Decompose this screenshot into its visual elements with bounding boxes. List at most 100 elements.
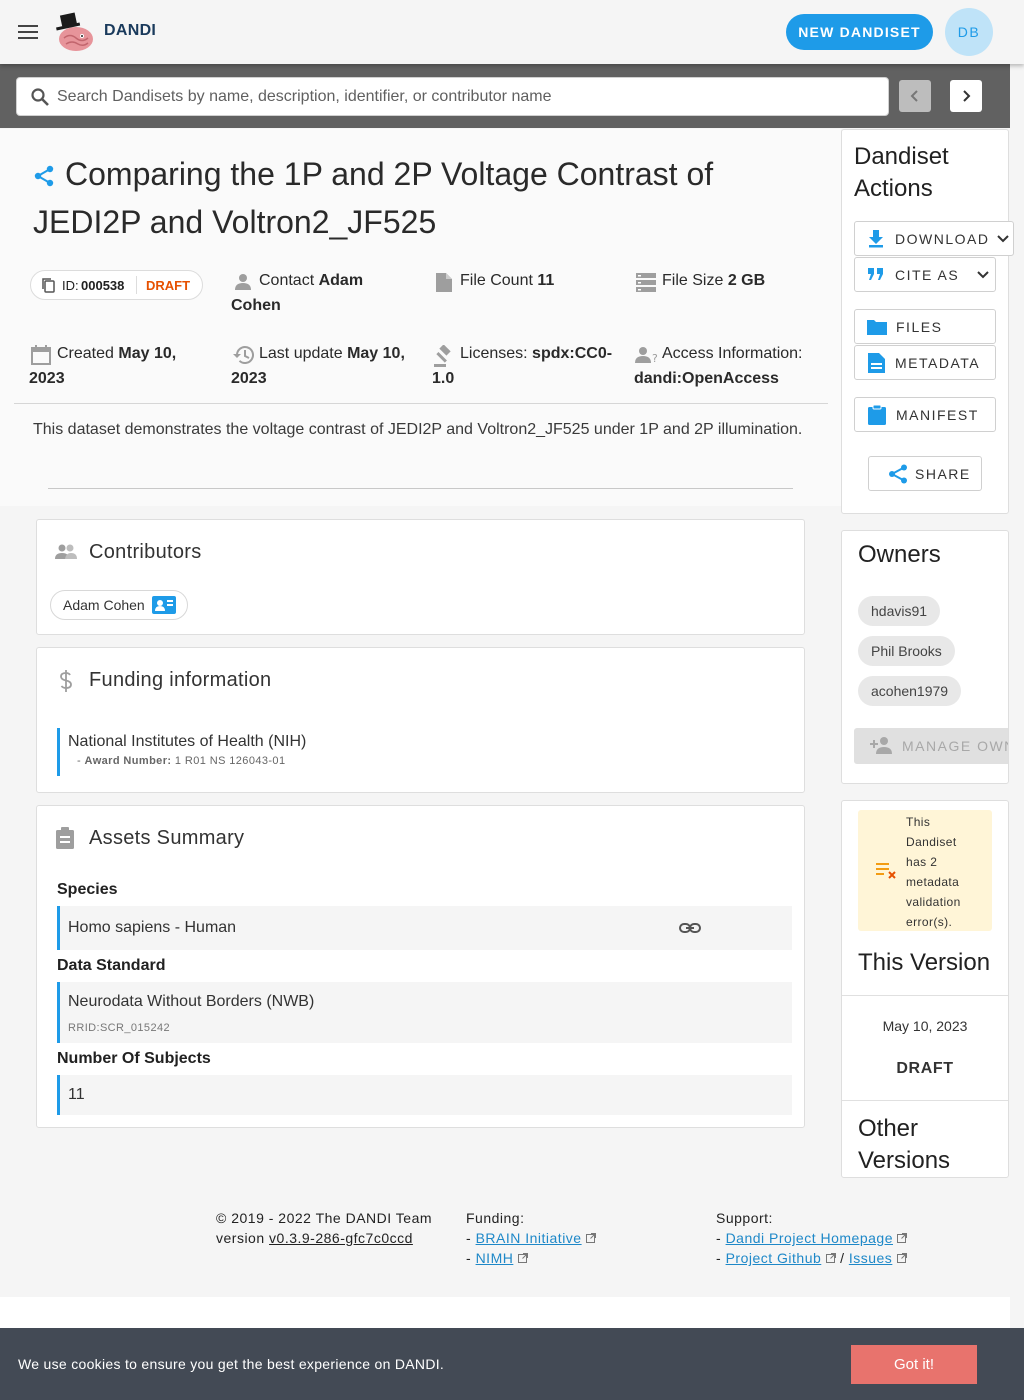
funding-card: Funding information National Institutes … <box>36 647 805 793</box>
actions-title-1: Dandiset <box>854 143 949 170</box>
chevron-down-icon <box>997 234 1010 243</box>
created-value-1: May 10, <box>118 345 177 362</box>
project-github-link[interactable]: Project Github <box>726 1250 822 1266</box>
owner-chip[interactable]: Phil Brooks <box>858 636 955 666</box>
footer-funding-row: - NIMH <box>466 1250 528 1266</box>
external-link-icon <box>897 1233 908 1243</box>
contact-last[interactable]: Cohen <box>231 297 281 314</box>
person-add-icon <box>870 736 894 754</box>
contact-card-icon[interactable] <box>151 596 176 614</box>
access-info: Access Information: dandi:OpenAccess <box>634 341 834 391</box>
last-update: Last update May 10, 2023 <box>231 341 421 391</box>
contributors-card: Contributors Adam Cohen <box>36 519 805 635</box>
new-dandiset-button[interactable]: NEW DANDISET <box>786 14 933 50</box>
metadata-button[interactable]: METADATA <box>854 345 996 380</box>
dandiset-title: Comparing the 1P and 2P Voltage Contrast… <box>33 156 714 240</box>
file-count-value: 11 <box>537 272 555 289</box>
id-chip[interactable]: ID: 000538 DRAFT <box>30 270 203 300</box>
award-number: - Award Number: 1 R01 NS 126043-01 <box>77 755 285 767</box>
footer-version-link[interactable]: v0.3.9-286-gfc7c0ccd <box>269 1230 413 1246</box>
contact-info: Contact Adam Cohen <box>231 268 411 318</box>
issues-link[interactable]: Issues <box>849 1250 892 1266</box>
contributor-chip[interactable]: Adam Cohen <box>50 590 188 620</box>
footer-dash: - <box>466 1230 472 1246</box>
validation-line: metadata <box>906 875 960 889</box>
file-size: File Size 2 GB <box>662 268 765 293</box>
cite-as-button[interactable]: CITE AS <box>854 257 996 292</box>
version-divider <box>842 995 1008 996</box>
download-button[interactable]: DOWNLOAD <box>854 221 1014 256</box>
dandi-logo[interactable] <box>52 10 96 54</box>
files-label: FILES <box>896 318 943 335</box>
link-icon[interactable] <box>679 919 701 937</box>
menu-icon[interactable] <box>18 22 38 42</box>
owner-chip[interactable]: hdavis91 <box>858 596 941 626</box>
search-input[interactable]: Search Dandisets by name, description, i… <box>16 77 889 116</box>
copy-icon[interactable] <box>40 277 56 293</box>
validation-warning[interactable]: This Dandiset has 2 metadata validation … <box>858 810 992 931</box>
species-value: Homo sapiens - Human <box>68 919 237 936</box>
files-button[interactable]: FILES <box>854 309 996 344</box>
external-link-icon <box>896 1253 907 1263</box>
user-avatar[interactable]: DB <box>945 8 993 56</box>
search-placeholder: Search Dandisets by name, description, i… <box>57 88 552 105</box>
footer: © 2019 - 2022 The DANDI Team version v0.… <box>0 1196 1010 1297</box>
created-label: Created <box>57 345 114 362</box>
manifest-icon <box>868 404 886 425</box>
manage-owners-button[interactable]: MANAGE OWN <box>854 728 1008 764</box>
footer-dash: - <box>716 1230 722 1246</box>
version-status[interactable]: DRAFT <box>842 1060 1008 1078</box>
next-page-button[interactable] <box>950 80 982 112</box>
footer-version: version v0.3.9-286-gfc7c0ccd <box>216 1230 413 1246</box>
share-icon <box>888 464 908 484</box>
cookie-message: We use cookies to ensure you get the bes… <box>18 1356 445 1372</box>
chevron-down-icon <box>977 270 989 279</box>
header-divider <box>14 403 828 404</box>
version-date[interactable]: May 10, 2023 <box>842 1018 1008 1034</box>
subjects-item: 11 <box>57 1075 792 1115</box>
created-value-2: 2023 <box>29 370 65 387</box>
updated-value-1: May 10, <box>347 345 405 362</box>
chevron-right-icon <box>959 89 973 103</box>
assets-title: Assets Summary <box>89 827 245 849</box>
owners-title: Owners <box>858 541 941 568</box>
footer-support-row: - Project Github / Issues <box>716 1250 907 1266</box>
standard-label: Data Standard <box>57 957 166 974</box>
app-brand[interactable]: DANDI <box>104 22 156 40</box>
other-versions-title-2: Versions <box>858 1147 951 1174</box>
validation-line: error(s). <box>906 915 953 929</box>
validation-message: This Dandiset has 2 metadata validation … <box>906 812 986 932</box>
quote-icon <box>868 267 884 282</box>
brain-initiative-link[interactable]: BRAIN Initiative <box>476 1230 582 1246</box>
chevron-left-icon <box>908 89 922 103</box>
people-icon <box>55 544 77 560</box>
prev-page-button[interactable] <box>899 80 931 112</box>
nimh-link[interactable]: NIMH <box>476 1250 514 1266</box>
file-count: File Count 11 <box>460 268 554 293</box>
standard-item: Neurodata Without Borders (NWB) RRID:SCR… <box>57 982 792 1043</box>
funding-org: National Institutes of Health (NIH) <box>68 733 307 750</box>
access-value: dandi:OpenAccess <box>634 370 779 387</box>
cookie-accept-button[interactable]: Got it! <box>851 1345 977 1384</box>
external-link-icon <box>825 1253 836 1263</box>
document-icon <box>868 352 885 373</box>
licenses: Licenses: spdx:CC0- 1.0 <box>432 341 622 391</box>
contact-first[interactable]: Adam <box>319 272 363 289</box>
storage-icon <box>636 272 656 292</box>
folder-icon <box>867 319 887 335</box>
share-button[interactable]: SHARE <box>868 456 982 491</box>
standard-rrid: RRID:SCR_015242 <box>68 1022 170 1034</box>
file-count-label: File Count <box>460 272 533 289</box>
dollar-icon <box>59 670 73 692</box>
clipboard-icon <box>56 827 74 849</box>
owner-chip[interactable]: acohen1979 <box>858 676 962 706</box>
footer-support-label: Support: <box>716 1210 773 1226</box>
version-divider <box>842 1100 1008 1101</box>
manifest-button[interactable]: MANIFEST <box>854 397 996 432</box>
cite-label: CITE AS <box>895 266 960 283</box>
contact-label: Contact <box>259 272 315 289</box>
file-icon <box>435 272 453 293</box>
dandi-homepage-link[interactable]: Dandi Project Homepage <box>726 1230 893 1246</box>
validation-line: validation <box>906 895 961 909</box>
metadata-label: METADATA <box>895 354 981 371</box>
